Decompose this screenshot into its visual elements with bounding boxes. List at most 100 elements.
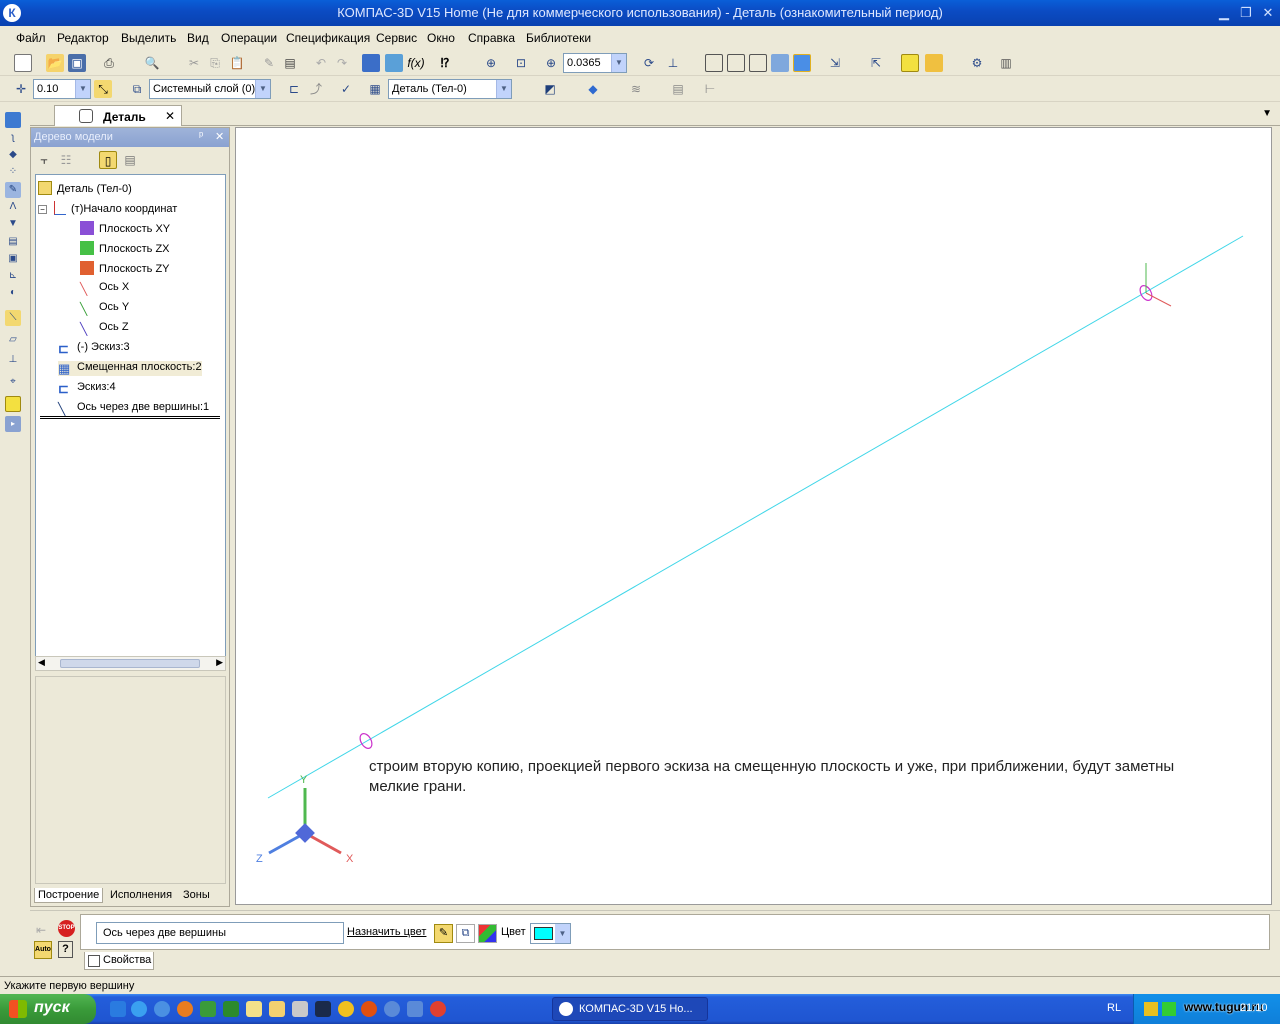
snap-icon[interactable]: ✛ <box>12 80 30 98</box>
menu-libraries[interactable]: Библиотеки <box>526 31 591 45</box>
color-from-source-icon[interactable]: ✎ <box>434 924 453 943</box>
check-icon[interactable]: ✓ <box>337 80 355 98</box>
firefox-icon[interactable] <box>177 1001 193 1017</box>
constructed-axis-line[interactable] <box>267 235 1244 799</box>
collapse-icon[interactable]: − <box>38 205 47 214</box>
note-icon[interactable] <box>269 1001 285 1017</box>
scroll-left-icon[interactable]: ◀ <box>38 657 45 668</box>
body-icon[interactable]: ▦ <box>366 80 384 98</box>
tree-item-plane-zx[interactable]: Плоскость ZX <box>80 241 170 255</box>
docs-icon[interactable]: ▥ <box>997 54 1015 72</box>
cs-tool-icon[interactable]: ⊥ <box>5 352 21 368</box>
tree-item-axis-y[interactable]: ╲ Ось Y <box>80 301 129 316</box>
ortho-icon[interactable]: ⤡ <box>94 80 112 98</box>
leaf-icon[interactable] <box>200 1001 216 1017</box>
tray-network-icon[interactable] <box>1162 1002 1176 1016</box>
axis-tool-icon[interactable]: ⟍ <box>5 310 21 326</box>
pin-arrow-icon[interactable]: ⇤ <box>36 923 46 937</box>
print-icon[interactable]: ⎙ <box>100 54 118 72</box>
select-icon[interactable]: ⇱ <box>867 54 885 72</box>
close-icon[interactable]: ✕ <box>1258 4 1278 22</box>
dimensions-icon[interactable]: Λ <box>5 199 21 215</box>
manager-icon[interactable] <box>362 54 380 72</box>
close-icon[interactable]: ✕ <box>215 130 224 143</box>
zoom-in-icon[interactable]: ⊕ <box>542 54 560 72</box>
color-layer-icon[interactable]: ⧉ <box>456 924 475 943</box>
stop-icon[interactable]: STOP <box>58 920 75 937</box>
blender-icon[interactable] <box>361 1001 377 1017</box>
tree-item-sketch-4[interactable]: ⊏ Эскиз:4 <box>58 381 116 396</box>
preview-icon[interactable]: 🔍 <box>143 54 161 72</box>
zoom-all-icon[interactable]: ⊕ <box>482 54 500 72</box>
icq-icon[interactable] <box>154 1001 170 1017</box>
paste-icon[interactable]: 📋 <box>228 54 246 72</box>
puzzle-icon[interactable] <box>223 1001 239 1017</box>
tabs-menu-icon[interactable]: ▼ <box>1262 108 1272 119</box>
tree-item-origin[interactable]: − (т)Начало координат <box>38 201 177 215</box>
shaded-edges-icon[interactable] <box>793 54 811 72</box>
part-icon[interactable] <box>901 54 919 72</box>
part-tool-icon[interactable] <box>5 396 21 412</box>
layer-combo[interactable]: Системный слой (0) ▼ <box>149 79 271 99</box>
plane-color-icon[interactable]: ◆ <box>584 80 602 98</box>
tree-item-detail[interactable]: Деталь (Тел-0) <box>38 181 132 195</box>
pin-icon[interactable]: ᵖ <box>199 130 203 142</box>
tree-structure-icon[interactable]: ⫟ <box>35 151 53 169</box>
help-pointer-icon[interactable]: ⁉ <box>436 54 454 72</box>
expand-arrow-icon[interactable]: ▸ <box>5 416 21 432</box>
media-player-icon[interactable] <box>131 1001 147 1017</box>
restore-icon[interactable]: ❐ <box>1236 4 1256 22</box>
open-folder-icon[interactable]: 📂 <box>46 54 64 72</box>
shaded-icon[interactable] <box>771 54 789 72</box>
tree-item-offset-plane[interactable]: ▦ Смещенная плоскость:2 <box>58 361 202 376</box>
undo-icon[interactable]: ↶ <box>312 54 330 72</box>
scroll-right-icon[interactable]: ▶ <box>216 657 223 668</box>
sketch-icon[interactable]: ⊏ <box>285 80 303 98</box>
edit-details-icon[interactable] <box>5 112 21 128</box>
specification-icon[interactable]: ▤ <box>5 234 21 250</box>
notepad-icon[interactable] <box>246 1001 262 1017</box>
tree-item-axis-x[interactable]: ╲ Ось X <box>80 281 129 296</box>
format-icon[interactable]: ✎ <box>260 54 278 72</box>
tab-properties[interactable]: Свойства <box>84 952 154 970</box>
zoom-window-icon[interactable]: ⊡ <box>512 54 530 72</box>
start-button[interactable]: пуск <box>0 994 96 1024</box>
chevron-down-icon[interactable]: ▼ <box>611 54 626 72</box>
control-point-icon[interactable]: ⌖ <box>5 374 21 390</box>
thin-lines-icon[interactable] <box>749 54 767 72</box>
auxiliary-geometry-icon[interactable]: ✎ <box>5 182 21 198</box>
menu-select[interactable]: Выделить <box>121 31 176 45</box>
tree-item-plane-zy[interactable]: Плоскость ZY <box>80 261 170 275</box>
tab-executions[interactable]: Исполнения <box>107 888 175 902</box>
tree-item-axis-two-vertices[interactable]: ╲ Ось через две вершины:1 <box>58 401 209 416</box>
ie-icon[interactable] <box>110 1001 126 1017</box>
scroll-thumb[interactable] <box>60 659 200 668</box>
rotate-icon[interactable]: ⟳ <box>640 54 658 72</box>
tree-item-axis-z[interactable]: ╲ Ось Z <box>80 321 129 336</box>
tree-view-icon[interactable]: ▯ <box>99 151 117 169</box>
cut-icon[interactable]: ✂ <box>185 54 203 72</box>
menu-help[interactable]: Справка <box>468 31 515 45</box>
tree-scrollbar[interactable]: ◀ ▶ <box>35 656 226 671</box>
filters-icon[interactable]: ▼ <box>5 216 21 232</box>
assembly-icon[interactable] <box>925 54 943 72</box>
kompas-viewer-icon[interactable] <box>407 1001 423 1017</box>
menu-window[interactable]: Окно <box>427 31 455 45</box>
sheet-metal-icon[interactable]: ◐ <box>5 285 21 301</box>
tree-mode-icon[interactable]: ☷ <box>57 151 75 169</box>
object-name-field[interactable]: Ось через две вершины <box>96 922 344 944</box>
chrome-icon[interactable] <box>430 1001 446 1017</box>
save-icon[interactable]: ▣ <box>68 54 86 72</box>
tree-item-plane-xy[interactable]: Плоскость XY <box>80 221 170 235</box>
texture-icon[interactable]: ◩ <box>541 80 559 98</box>
wireframe-icon[interactable] <box>705 54 723 72</box>
menu-service[interactable]: Сервис <box>376 31 417 45</box>
zoom-combo[interactable]: 0.0365 ▼ <box>563 53 627 73</box>
menu-file[interactable]: Файл <box>16 31 46 45</box>
tray-flag-icon[interactable] <box>1144 1002 1158 1016</box>
menu-edit[interactable]: Редактор <box>57 31 109 45</box>
filter-icon[interactable]: ⇲ <box>826 54 844 72</box>
chevron-down-icon[interactable]: ▼ <box>75 80 90 98</box>
step-combo[interactable]: 0.10 ▼ <box>33 79 91 99</box>
tab-zones[interactable]: Зоны <box>180 888 213 902</box>
